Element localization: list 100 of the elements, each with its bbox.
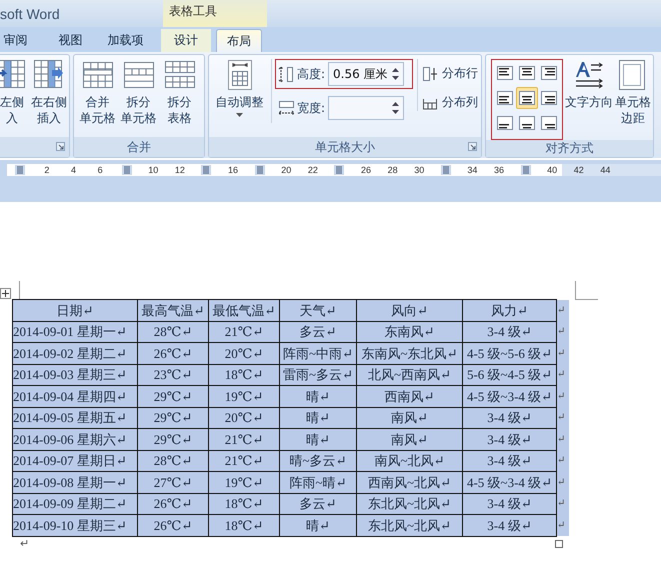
table-cell: 东北风~北风↵ bbox=[356, 514, 462, 536]
column-marker-icon bbox=[254, 165, 265, 175]
ruler-number: 44 bbox=[600, 165, 610, 175]
ribbon-tab[interactable]: 视图 bbox=[43, 29, 98, 52]
ribbon-tab[interactable]: 审阅 bbox=[0, 29, 43, 52]
ribbon-button[interactable]: 拆分 单元格 bbox=[118, 59, 159, 126]
table-cell: 20℃↵ bbox=[208, 407, 280, 428]
table-cell: 19℃↵ bbox=[208, 472, 280, 493]
ruler-number: 26 bbox=[361, 165, 372, 175]
distribute-button[interactable]: 分布行 bbox=[422, 65, 478, 82]
ribbon-button[interactable]: 在右侧 插入 bbox=[30, 59, 68, 126]
ruler-number: 40 bbox=[547, 165, 558, 175]
ribbon-tab[interactable]: 加载项 bbox=[98, 29, 153, 52]
table-cell: 2014-09-08 星期一↵ bbox=[12, 472, 138, 493]
ruler-number: 36 bbox=[494, 165, 504, 175]
table-resize-handle[interactable] bbox=[555, 540, 563, 548]
spin-field[interactable]: 0.56 厘米 bbox=[328, 62, 404, 86]
autofit-button[interactable]: 自动调整 bbox=[212, 59, 267, 117]
table-cell: 4-5 级~5-6 级↵ bbox=[462, 342, 556, 364]
table-cell: 3-4 级↵ bbox=[462, 514, 556, 536]
spinner-arrows-icon bbox=[392, 101, 400, 115]
align-icon bbox=[541, 66, 557, 80]
spin-field[interactable] bbox=[328, 96, 404, 120]
table-cell: 18℃↵ bbox=[208, 514, 280, 536]
table-split-icon bbox=[122, 59, 154, 91]
table-cell: 北风~西南风↵ bbox=[356, 364, 462, 386]
window-title: soft Word bbox=[0, 6, 60, 22]
dialog-launcher-icon[interactable] bbox=[468, 142, 477, 151]
table-cell: 3-4 级↵ bbox=[462, 407, 556, 428]
align-button[interactable] bbox=[516, 87, 538, 109]
column-header: 风力↵ bbox=[462, 300, 556, 321]
field-label: 高度: bbox=[297, 66, 326, 82]
table-cell: 3-4 级↵ bbox=[462, 493, 556, 514]
table-cell: 西南风~北风↵ bbox=[356, 472, 462, 493]
row-height-icon bbox=[278, 65, 294, 83]
paragraph-mark: ↵ bbox=[20, 536, 30, 550]
table-cell: 晴~多云↵ bbox=[280, 450, 356, 472]
ruler-number: 6 bbox=[98, 165, 103, 175]
row-end-mark: ↵ bbox=[556, 300, 568, 321]
ruler-number: 34 bbox=[467, 165, 478, 175]
ruler-number: 12 bbox=[174, 165, 185, 175]
row-end-mark: ↵ bbox=[556, 493, 568, 514]
table-cell: 2014-09-01 星期一↵ bbox=[12, 321, 138, 342]
table-insert-icon bbox=[33, 59, 65, 91]
table-cell: 3-4 级↵ bbox=[462, 428, 556, 450]
table-cell: 多云↵ bbox=[280, 321, 356, 342]
column-width-icon bbox=[278, 99, 294, 117]
ribbon-button[interactable]: 左侧 入 bbox=[0, 59, 30, 126]
group-label: 单元格大小 bbox=[315, 138, 375, 156]
table-cell: 2014-09-05 星期五↵ bbox=[12, 407, 138, 428]
distribute-rows-icon bbox=[422, 66, 438, 82]
distribute-button[interactable]: 分布列 bbox=[422, 94, 478, 111]
table-cell: 26℃↵ bbox=[138, 514, 208, 536]
align-icon bbox=[497, 91, 513, 105]
column-marker-icon bbox=[520, 165, 531, 175]
table-cell: 21℃↵ bbox=[208, 428, 280, 450]
table-cell: 29℃↵ bbox=[138, 407, 208, 428]
ribbon-button[interactable]: 单元格 边距 bbox=[615, 59, 651, 126]
ruler-number: 28 bbox=[388, 165, 398, 175]
table-merge-icon bbox=[82, 59, 114, 91]
table-cell: 19℃↵ bbox=[208, 386, 280, 407]
column-header: 最低气温↵ bbox=[208, 300, 280, 321]
table-cell: 雷雨~多云↵ bbox=[280, 364, 356, 386]
table-cell: 28℃↵ bbox=[138, 450, 208, 472]
table-cell: 阵雨~晴↵ bbox=[280, 472, 356, 493]
table-cell: 4-5 级~3-4 级↵ bbox=[462, 386, 556, 407]
table-split-icon bbox=[164, 59, 196, 91]
ribbon-tab[interactable]: 布局 bbox=[216, 29, 262, 52]
align-icon bbox=[541, 91, 557, 105]
ruler-number: 4 bbox=[70, 165, 76, 175]
column-marker-icon bbox=[334, 165, 344, 175]
table-cell: 2014-09-10 星期三↵ bbox=[12, 514, 138, 536]
row-end-mark: ↵ bbox=[556, 321, 568, 342]
table-cell: 23℃↵ bbox=[138, 364, 208, 386]
ruler-number: 20 bbox=[281, 165, 292, 175]
column-marker-icon bbox=[122, 165, 132, 175]
ruler-number: 16 bbox=[228, 165, 238, 175]
table-cell: 多云↵ bbox=[280, 493, 356, 514]
ruler-number: 30 bbox=[414, 165, 424, 175]
align-icon bbox=[497, 66, 513, 80]
column-header: 风向↵ bbox=[356, 300, 462, 321]
table-cell: 18℃↵ bbox=[208, 364, 280, 386]
crop-mark bbox=[575, 281, 598, 300]
ribbon-tab[interactable]: 设计 bbox=[161, 29, 211, 52]
table-cell: 29℃↵ bbox=[138, 428, 208, 450]
text-direction-icon bbox=[573, 59, 605, 91]
table-cell: 3-4 级↵ bbox=[462, 321, 556, 342]
table-cell: 27℃↵ bbox=[138, 472, 208, 493]
table-cell: 阵雨~中雨↵ bbox=[280, 342, 356, 364]
table-cell: 2014-09-09 星期二↵ bbox=[12, 493, 138, 514]
row-end-mark: ↵ bbox=[556, 450, 568, 472]
table-cell: 21℃↵ bbox=[208, 321, 280, 342]
table-cell: 26℃↵ bbox=[138, 342, 208, 364]
ribbon-button[interactable]: 文字方向 bbox=[565, 59, 613, 110]
ribbon-button[interactable]: 拆分 表格 bbox=[159, 59, 200, 126]
ribbon-button[interactable]: 合并 单元格 bbox=[77, 59, 118, 126]
table-cell: 南风↵ bbox=[356, 428, 462, 450]
table-cell: 晴↵ bbox=[280, 514, 356, 536]
ruler-number: 2 bbox=[44, 165, 50, 175]
dialog-launcher-icon[interactable] bbox=[56, 142, 65, 151]
